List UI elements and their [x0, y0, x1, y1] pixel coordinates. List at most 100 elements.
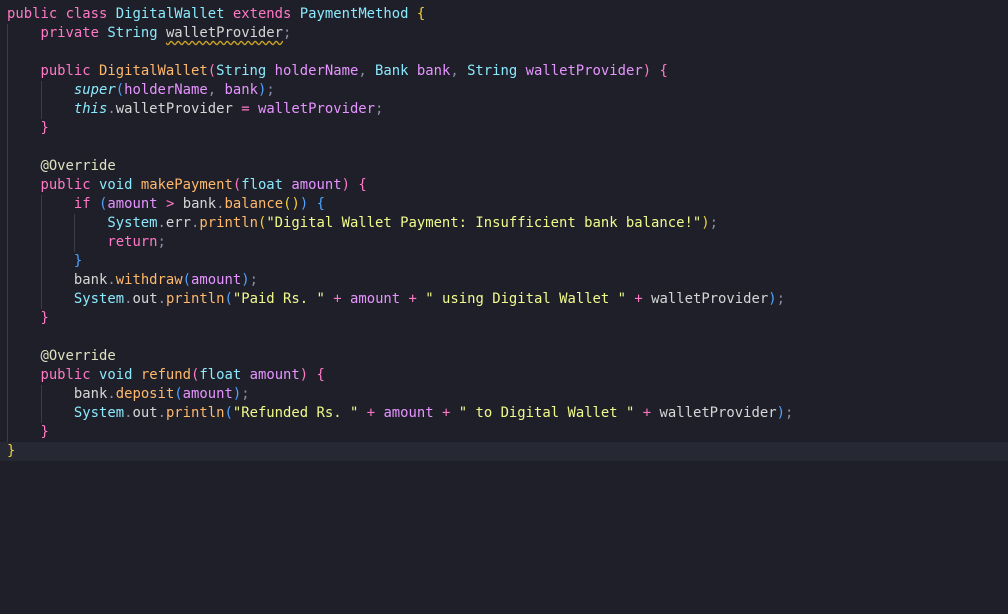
code-token: public	[40, 177, 91, 193]
code-token: class	[65, 6, 108, 22]
code-line[interactable]: public void refund(float amount) {	[0, 366, 1008, 385]
code-token: )	[776, 405, 785, 421]
code-token: public	[40, 367, 91, 383]
code-token: {	[358, 177, 367, 193]
code-token: walletProvider	[659, 405, 777, 421]
code-line[interactable]: public class DigitalWallet extends Payme…	[0, 5, 1008, 24]
code-line[interactable]	[0, 138, 1008, 157]
code-token: @Override	[40, 158, 116, 174]
code-token: (	[174, 386, 183, 402]
code-token: .	[216, 196, 225, 212]
code-line[interactable]: public DigitalWallet(String holderName, …	[0, 62, 1008, 81]
code-token: bank	[73, 386, 108, 402]
code-token: )	[701, 215, 710, 231]
code-token: )	[341, 177, 350, 193]
code-line[interactable]: private String walletProvider;	[0, 24, 1008, 43]
code-token: (	[182, 272, 192, 288]
code-token: .	[107, 386, 116, 402]
code-line[interactable]: }	[0, 309, 1008, 328]
code-line[interactable]: System.out.println("Refunded Rs. " + amo…	[0, 404, 1008, 423]
code-token: }	[40, 120, 49, 136]
code-line[interactable]: super(holderName, bank);	[0, 81, 1008, 100]
code-token: (	[232, 177, 242, 193]
code-line[interactable]: }	[0, 119, 1008, 138]
code-token: DigitalWallet	[115, 6, 225, 22]
code-line[interactable]: public void makePayment(float amount) {	[0, 176, 1008, 195]
code-token: bank	[182, 196, 217, 212]
code-token: .	[157, 215, 166, 231]
code-editor[interactable]: public class DigitalWallet extends Payme…	[0, 0, 1008, 614]
code-token: "Digital Wallet Payment: Insufficient ba…	[266, 215, 702, 231]
code-line[interactable]: return;	[0, 233, 1008, 252]
code-line[interactable]: }	[0, 442, 1008, 461]
code-token: amount	[191, 272, 242, 288]
code-line[interactable]: System.out.println("Paid Rs. " + amount …	[0, 290, 1008, 309]
code-token: ,	[450, 63, 468, 79]
code-token: makePayment	[140, 177, 233, 193]
code-token: super	[73, 82, 116, 98]
code-token: PaymentMethod	[299, 6, 409, 22]
code-token: walletProvider	[165, 25, 284, 41]
code-line[interactable]	[0, 328, 1008, 347]
code-token: String	[216, 63, 267, 79]
code-token: +	[408, 291, 417, 307]
code-token: ,	[207, 82, 225, 98]
code-token: extends	[232, 6, 292, 22]
code-line[interactable]: this.walletProvider = walletProvider;	[0, 100, 1008, 119]
code-line[interactable]: bank.withdraw(amount);	[0, 271, 1008, 290]
code-token: ;	[266, 82, 275, 98]
code-line[interactable]: bank.deposit(amount);	[0, 385, 1008, 404]
code-line[interactable]: @Override	[0, 347, 1008, 366]
code-token: amount	[349, 291, 401, 307]
code-token: ;	[375, 101, 384, 117]
code-line[interactable]: @Override	[0, 157, 1008, 176]
code-line[interactable]: }	[0, 423, 1008, 442]
code-token: )	[299, 367, 309, 383]
code-line[interactable]: if (amount > bank.balance()) {	[0, 195, 1008, 214]
code-token: walletProvider	[257, 101, 376, 117]
code-token: )	[241, 272, 250, 288]
code-token: void	[99, 177, 133, 193]
code-token: ;	[784, 405, 794, 421]
code-line[interactable]: System.err.println("Digital Wallet Payme…	[0, 214, 1008, 233]
code-token: "Refunded Rs. "	[232, 405, 359, 421]
code-token: +	[642, 405, 652, 421]
code-token: ;	[157, 234, 166, 250]
code-token: amount	[182, 386, 233, 402]
code-token: balance	[224, 196, 284, 212]
code-token: walletProvider	[115, 101, 233, 117]
code-token: System	[73, 291, 125, 307]
code-line[interactable]	[0, 43, 1008, 62]
code-token: )	[642, 63, 652, 79]
code-token: walletProvider	[651, 291, 769, 307]
code-token: bank	[73, 272, 108, 288]
code-token: .	[107, 101, 116, 117]
code-token: }	[40, 424, 49, 440]
code-token: ;	[776, 291, 785, 307]
code-line[interactable]: }	[0, 252, 1008, 271]
